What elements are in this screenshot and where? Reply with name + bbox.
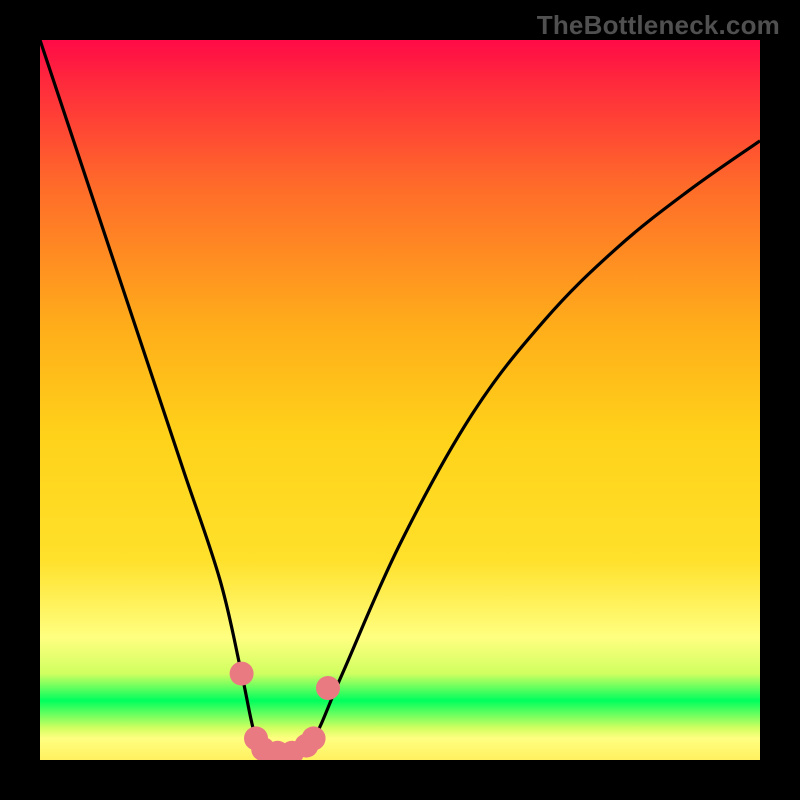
watermark-text: TheBottleneck.com [537, 10, 780, 41]
chart-canvas: TheBottleneck.com [0, 0, 800, 800]
plot-area [40, 40, 760, 760]
gradient-background [40, 40, 760, 760]
